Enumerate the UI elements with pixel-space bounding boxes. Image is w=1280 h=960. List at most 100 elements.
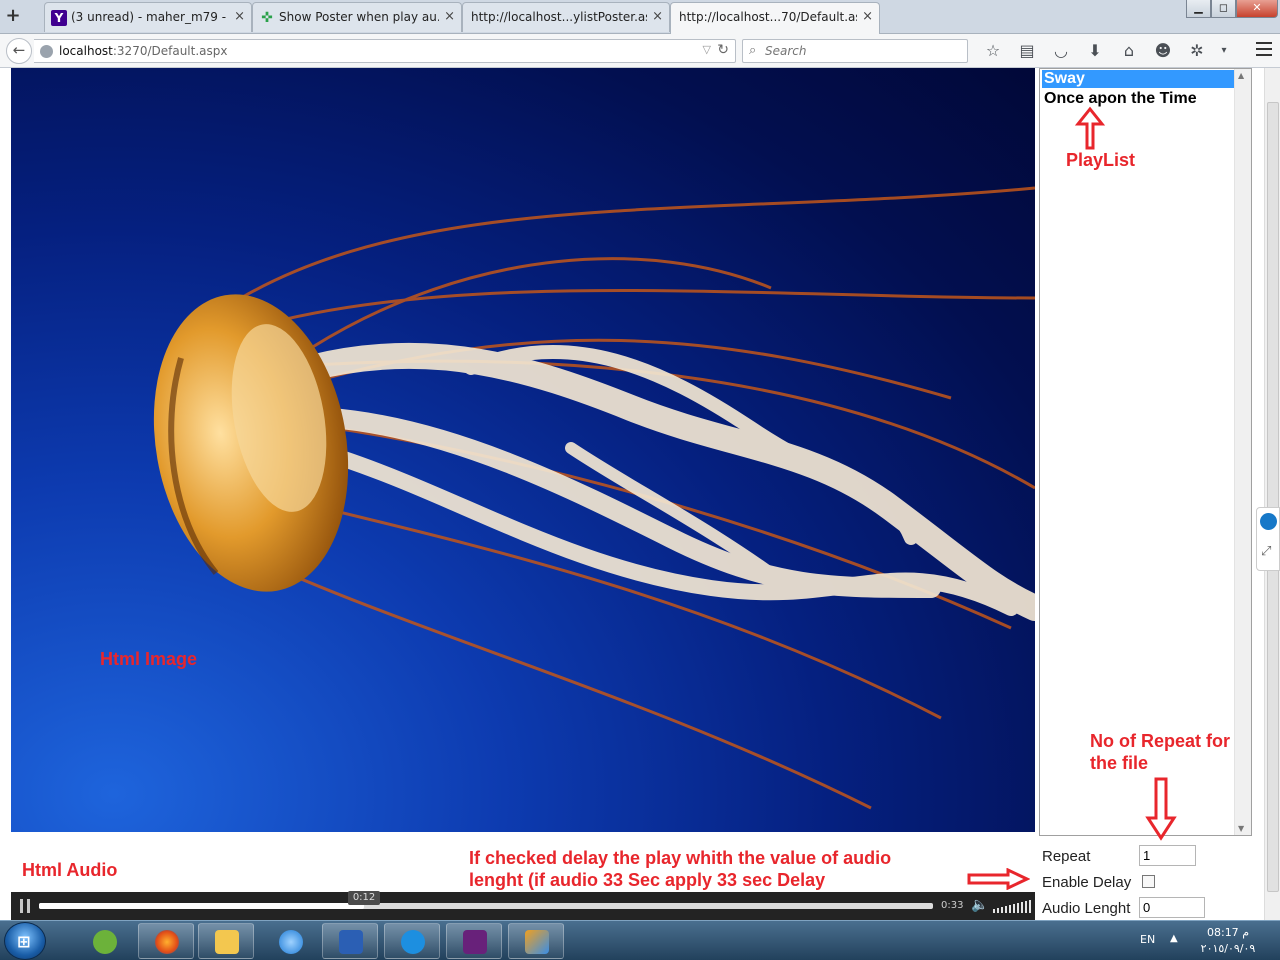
seek-bar[interactable]: 0:12 — [39, 891, 933, 909]
repeat-label: Repeat — [1042, 848, 1091, 865]
new-tab-button[interactable]: + — [4, 6, 22, 26]
navigation-bar: ← localhost:3270/Default.aspx ▽ ↻ ⌕ ☆ ▤ … — [0, 34, 1280, 68]
teamviewer-icon[interactable] — [1260, 513, 1277, 530]
pause-button[interactable] — [19, 899, 31, 913]
window-controls: ▁ ◻ ✕ — [1186, 0, 1279, 20]
page-content: Html Image Sway Once apon the Time ▲ ▼ P… — [0, 68, 1264, 920]
search-input[interactable] — [765, 42, 961, 60]
volume-bar — [1025, 901, 1027, 913]
duration-label: 0:33 — [941, 900, 964, 911]
scroll-down-icon[interactable]: ▼ — [1238, 824, 1244, 833]
delay-annotation-line2: lenght (if audio 33 Sec apply 33 sec Del… — [469, 870, 826, 890]
html-audio-annotation: Html Audio — [22, 860, 118, 880]
url-bar[interactable]: localhost:3270/Default.aspx ▽ ↻ — [34, 39, 736, 63]
close-tab-icon[interactable]: × — [652, 9, 663, 24]
enable-delay-checkbox[interactable] — [1142, 875, 1155, 888]
current-time-tooltip: 0:12 — [348, 891, 381, 905]
dropdown-icon[interactable]: ▾ — [1214, 40, 1234, 62]
playlist-listbox[interactable]: Sway Once apon the Time ▲ ▼ — [1039, 68, 1252, 836]
yahoo-icon: Y — [51, 10, 67, 26]
volume-bar — [1021, 902, 1023, 913]
reload-icon[interactable]: ↻ — [717, 42, 729, 58]
back-button[interactable]: ← — [6, 38, 32, 64]
audio-length-input[interactable] — [1139, 897, 1205, 918]
volume-slider[interactable] — [993, 899, 1033, 913]
url-dropdown-icon[interactable]: ▽ — [703, 43, 711, 56]
volume-bar — [1029, 900, 1031, 913]
stackexchange-icon: ✜ — [261, 10, 273, 26]
page-scrollbar[interactable] — [1264, 68, 1280, 920]
tab-title: (3 unread) - maher_m79 - ... — [71, 10, 229, 24]
search-bar[interactable]: ⌕ — [742, 39, 968, 63]
jellyfish-illustration — [153, 186, 1035, 810]
volume-bar — [997, 908, 999, 913]
minimize-button[interactable]: ▁ — [1186, 0, 1211, 18]
reading-list-icon[interactable]: ▤ — [1010, 40, 1044, 62]
windows-taskbar: ⊞ EN ▲ 08:17 م ٢٠١٥/٠٩/٠٩ — [0, 920, 1280, 960]
hamburger-menu-icon[interactable] — [1256, 42, 1272, 56]
tab-playlist-poster[interactable]: http://localhost...ylistPoster.aspx × — [462, 2, 670, 32]
extension-icon[interactable]: ✲ — [1180, 40, 1214, 62]
repeat-input[interactable] — [1139, 845, 1196, 866]
delay-right-arrow-icon — [967, 868, 1030, 890]
chat-icon[interactable]: ☻ — [1146, 40, 1180, 62]
playlist-up-arrow-icon — [1074, 106, 1106, 150]
globe-icon — [40, 45, 53, 58]
start-button[interactable]: ⊞ — [4, 922, 46, 960]
volume-bar — [1009, 905, 1011, 913]
teamviewer-side-widget[interactable]: ⤢ — [1256, 507, 1280, 571]
language-indicator[interactable]: EN — [1140, 933, 1155, 946]
tab-title: Show Poster when play au... — [279, 10, 439, 24]
tab-stackoverflow[interactable]: ✜ Show Poster when play au... × — [252, 2, 462, 32]
clock[interactable]: 08:17 م ٢٠١٥/٠٩/٠٩ — [1198, 925, 1258, 957]
download-icon[interactable]: ⬇ — [1078, 40, 1112, 62]
close-tab-icon[interactable]: × — [862, 9, 873, 24]
volume-bar — [1005, 906, 1007, 913]
toolbar-icons: ☆ ▤ ◡ ⬇ ⌂ ☻ ✲ ▾ — [976, 40, 1234, 64]
playlist-scrollbar[interactable]: ▲ ▼ — [1234, 69, 1251, 835]
expand-icon[interactable]: ⤢ — [1261, 544, 1271, 559]
tab-default-aspx[interactable]: http://localhost...70/Default.aspx × — [670, 2, 880, 34]
tab-strip: + Y (3 unread) - maher_m79 - ... × ✜ Sho… — [0, 0, 1280, 34]
maximize-button[interactable]: ◻ — [1210, 0, 1236, 18]
pocket-icon[interactable]: ◡ — [1044, 40, 1078, 62]
repeat-annotation: No of Repeat for the file — [1090, 731, 1231, 773]
bookmark-star-icon[interactable]: ☆ — [976, 40, 1010, 62]
frog-app-icon[interactable] — [76, 923, 132, 959]
paint-9-icon[interactable] — [508, 923, 564, 959]
tray-expand-icon[interactable]: ▲ — [1170, 933, 1178, 944]
tab-title: http://localhost...70/Default.aspx — [679, 10, 857, 24]
seek-bar-progress — [39, 903, 365, 909]
close-tab-icon[interactable]: × — [234, 9, 245, 24]
poster-image: Html Image — [11, 68, 1035, 832]
close-window-button[interactable]: ✕ — [1235, 0, 1279, 18]
tab-title: http://localhost...ylistPoster.aspx — [471, 10, 647, 24]
audio-length-label: Audio Lenght — [1042, 900, 1131, 917]
teamviewer-icon[interactable] — [384, 923, 440, 959]
tab-yahoo-mail[interactable]: Y (3 unread) - maher_m79 - ... × — [44, 2, 252, 32]
repeat-down-arrow-icon — [1145, 777, 1177, 841]
home-icon[interactable]: ⌂ — [1112, 40, 1146, 62]
enable-delay-label: Enable Delay — [1042, 874, 1132, 891]
audio-player: 0:12 0:33 🔈 — [11, 891, 1035, 920]
html-image-annotation: Html Image — [100, 649, 198, 669]
volume-bar — [1013, 904, 1015, 913]
delay-annotation-line1: If checked delay the play whith the valu… — [469, 848, 892, 868]
playlist-annotation: PlayList — [1066, 150, 1136, 170]
word-icon[interactable] — [322, 923, 378, 959]
file-explorer-icon[interactable] — [198, 923, 254, 959]
firefox-icon[interactable] — [138, 923, 194, 959]
volume-bar — [1017, 903, 1019, 913]
close-tab-icon[interactable]: × — [444, 9, 455, 24]
playlist-item-sway[interactable]: Sway — [1042, 70, 1234, 88]
clock-time: 08:17 م — [1206, 926, 1249, 939]
page-scrollbar-thumb[interactable] — [1267, 102, 1279, 892]
clock-date: ٢٠١٥/٠٩/٠٩ — [1200, 942, 1256, 955]
visual-studio-icon[interactable] — [446, 923, 502, 959]
internet-explorer-icon[interactable] — [262, 923, 318, 959]
volume-bar — [993, 909, 995, 913]
speaker-icon[interactable]: 🔈 — [971, 897, 988, 913]
volume-bar — [1001, 907, 1003, 913]
scroll-up-icon[interactable]: ▲ — [1238, 71, 1244, 80]
url-text[interactable]: localhost:3270/Default.aspx — [59, 44, 227, 58]
